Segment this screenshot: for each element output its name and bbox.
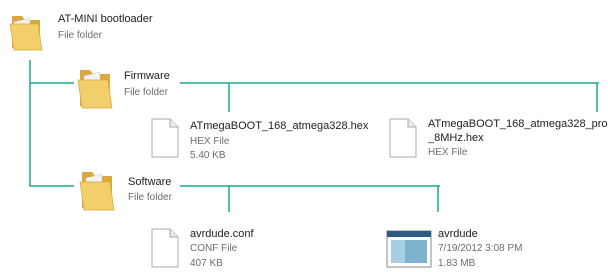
folder-icon xyxy=(9,16,43,51)
document-icon xyxy=(151,228,179,268)
root-folder[interactable]: AT-MINI bootloader File folder xyxy=(0,0,200,60)
file-name-line1: ATmegaBOOT_168_atmega328_pro xyxy=(428,118,608,130)
file-atmegaboot-168-atmega328-hex[interactable]: ATmegaBOOT_168_atmega328.hex HEX File 5.… xyxy=(148,114,378,164)
file-name: avrdude xyxy=(438,228,478,240)
firmware-folder-type: File folder xyxy=(124,87,168,98)
folder-icon xyxy=(79,172,115,211)
file-type: HEX File xyxy=(428,147,468,158)
file-size: 407 KB xyxy=(190,258,223,269)
file-atmegaboot-168-atmega328-pro-8mhz-hex[interactable]: ATmegaBOOT_168_atmega328_pro _8MHz.hex H… xyxy=(386,114,608,164)
document-icon xyxy=(151,118,179,158)
root-folder-type: File folder xyxy=(58,30,102,41)
software-folder-type: File folder xyxy=(128,192,172,203)
firmware-folder-name: Firmware xyxy=(124,70,170,82)
software-folder[interactable]: Software File folder xyxy=(74,160,194,216)
file-type: CONF File xyxy=(190,243,238,254)
file-avrdude-conf[interactable]: avrdude.conf CONF File 407 KB xyxy=(148,222,328,272)
file-size: 5.40 KB xyxy=(190,150,226,161)
file-name: avrdude.conf xyxy=(190,228,254,240)
file-name-line2: _8MHz.hex xyxy=(428,132,484,144)
folder-icon xyxy=(77,70,113,109)
file-avrdude[interactable]: avrdude 7/19/2012 3:08 PM 1.83 MB xyxy=(384,222,584,272)
application-icon xyxy=(386,230,432,268)
firmware-folder[interactable]: Firmware File folder xyxy=(70,58,190,114)
file-type: HEX File xyxy=(190,136,230,147)
file-size: 1.83 MB xyxy=(438,258,476,269)
document-icon xyxy=(389,118,417,158)
software-folder-name: Software xyxy=(128,176,172,188)
file-name: ATmegaBOOT_168_atmega328.hex xyxy=(190,120,369,132)
file-date: 7/19/2012 3:08 PM xyxy=(438,243,523,254)
root-folder-name: AT-MINI bootloader xyxy=(58,13,153,25)
